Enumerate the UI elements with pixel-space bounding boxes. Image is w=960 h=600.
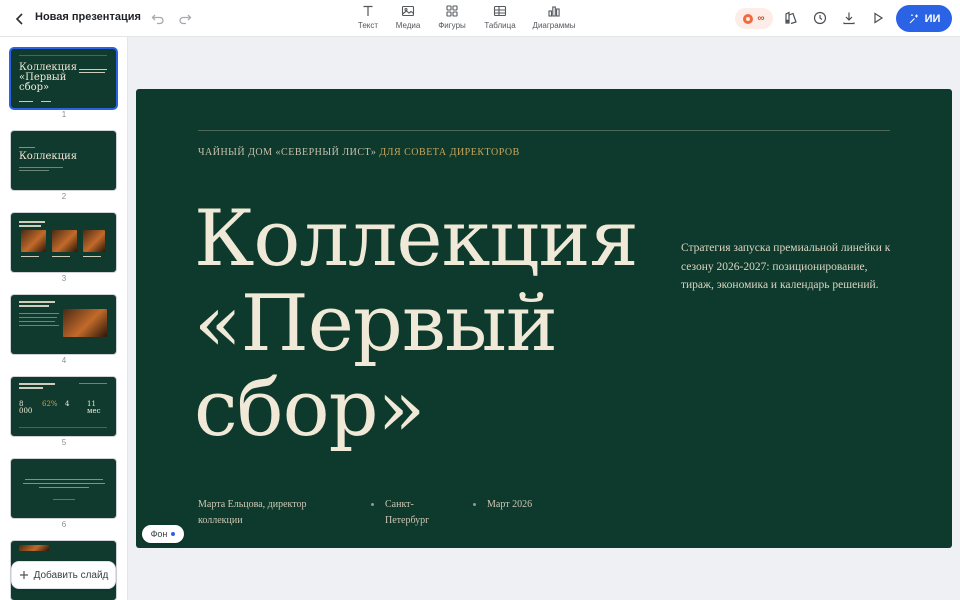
slide-thumbnail-3[interactable]: 3 [11, 213, 117, 283]
ai-assistant-button[interactable]: ИИ [896, 5, 952, 32]
thumb-stat: 62% [42, 400, 58, 408]
ai-button-label: ИИ [924, 12, 941, 25]
shapes-tool-label: Фигуры [438, 21, 466, 30]
background-dot-icon [171, 532, 176, 536]
slide-number: 6 [61, 520, 67, 529]
top-toolbar: Новая презентация Текст Медиа Фигуры Таб… [0, 0, 960, 37]
sparkle-icon [909, 14, 918, 23]
add-slide-button[interactable]: Добавить слайд [11, 561, 116, 589]
chart-icon [548, 6, 560, 17]
title-line: Коллекция [194, 194, 639, 284]
shapes-icon [446, 5, 458, 17]
credits-value: ∞ [757, 13, 765, 24]
background-settings-button[interactable]: Фон [142, 525, 184, 543]
background-label: Фон [150, 529, 168, 539]
theme-palette-icon[interactable] [783, 10, 799, 26]
slide-number: 1 [61, 110, 67, 119]
slide-thumbnail-4[interactable]: 4 [11, 295, 117, 365]
slide-preview [11, 213, 116, 272]
table-tool-label: Таблица [484, 21, 516, 30]
title-line: сбор» [194, 364, 425, 454]
slide-preview: Коллекция [11, 131, 116, 190]
thumb-stat: 4 [65, 400, 70, 408]
thumb-stat: 8 000 [19, 400, 33, 415]
slide-number: 2 [61, 192, 67, 201]
slides-panel: Коллекция «Первый сбор» 1 Коллекция 2 3 … [0, 37, 128, 600]
slide-lead-text[interactable]: Стратегия запуска премиальной линейки к … [681, 239, 896, 295]
coin-icon [743, 13, 754, 24]
undo-icon[interactable] [150, 10, 166, 26]
slide-number: 3 [61, 274, 67, 283]
text-icon [363, 5, 373, 16]
eyebrow-company: ЧАЙНЫЙ ДОМ «СЕВЕРНЫЙ ЛИСТ» [198, 147, 377, 158]
thumb-title: Коллекция «Первый сбор» [19, 62, 78, 93]
plus-icon [19, 571, 28, 579]
meta-separator [371, 503, 374, 506]
slide-preview [11, 295, 116, 354]
back-arrow-icon[interactable] [10, 9, 30, 29]
slide-title[interactable]: Коллекция «Первый сбор» [194, 197, 674, 452]
slide-city[interactable]: Санкт-Петербург [385, 497, 455, 528]
text-tool-button[interactable]: Текст [355, 4, 381, 34]
eyebrow-audience: ДЛЯ СОВЕТА ДИРЕКТОРОВ [379, 147, 520, 158]
slide-eyebrow[interactable]: ЧАЙНЫЙ ДОМ «СЕВЕРНЫЙ ЛИСТ» ДЛЯ СОВЕТА ДИ… [198, 147, 520, 158]
media-tool-label: Медиа [395, 21, 421, 30]
charts-tool-button[interactable]: Диаграммы [533, 4, 575, 34]
thumb-stat: 11 мес [87, 400, 101, 415]
add-slide-label: Добавить слайд [33, 569, 109, 581]
media-tool-button[interactable]: Медиа [394, 4, 422, 34]
table-tool-button[interactable]: Таблица [484, 4, 516, 34]
slide-preview: Коллекция «Первый сбор» [11, 49, 116, 108]
shapes-tool-button[interactable]: Фигуры [437, 4, 467, 34]
slide-date[interactable]: Март 2026 [487, 497, 537, 513]
image-icon [401, 5, 415, 17]
slide-thumbnail-2[interactable]: Коллекция 2 [11, 131, 117, 201]
title-line: «Первый [194, 279, 558, 369]
slide-canvas[interactable]: ЧАЙНЫЙ ДОМ «СЕВЕРНЫЙ ЛИСТ» ДЛЯ СОВЕТА ДИ… [136, 89, 952, 548]
slide-preview: 8 000 62% 4 11 мес [11, 377, 116, 436]
thumb-title: Коллекция [19, 151, 78, 162]
text-tool-label: Текст [357, 21, 379, 30]
play-icon[interactable] [870, 10, 886, 26]
slide-thumbnail-5[interactable]: 8 000 62% 4 11 мес 5 [11, 377, 117, 447]
slide-preview [11, 459, 116, 518]
slide-number: 5 [61, 438, 67, 447]
slide-author[interactable]: Марта Ельцова, директор коллекции [198, 497, 333, 528]
credits-badge[interactable]: ∞ [735, 8, 773, 29]
slide-number: 4 [61, 356, 67, 365]
charts-tool-label: Диаграммы [532, 21, 576, 30]
table-icon [493, 5, 507, 17]
slide-thumbnail-6[interactable]: 6 [11, 459, 117, 529]
document-title[interactable]: Новая презентация [35, 11, 141, 23]
slide-thumbnail-1[interactable]: Коллекция «Первый сбор» 1 [11, 49, 117, 119]
download-icon[interactable] [841, 10, 857, 26]
slide-divider [198, 130, 890, 131]
history-clock-icon[interactable] [812, 10, 828, 26]
redo-icon[interactable] [177, 10, 193, 26]
meta-separator [473, 503, 476, 506]
